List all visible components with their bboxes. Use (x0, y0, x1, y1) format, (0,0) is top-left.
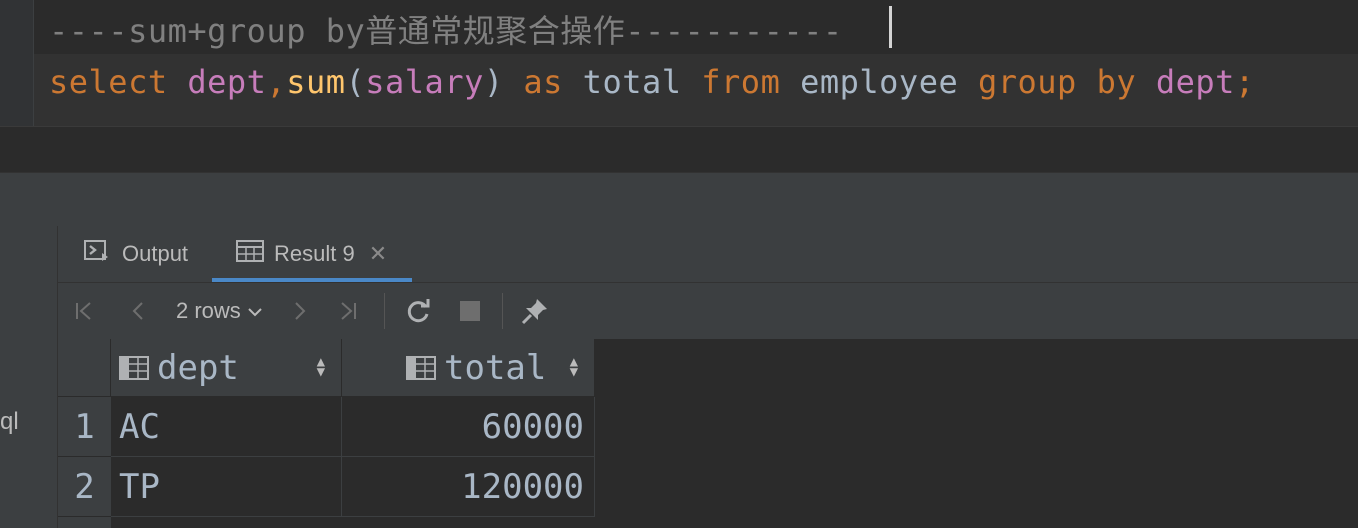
sql-keyword-select: select (49, 63, 168, 101)
sql-column-dept: dept (187, 63, 267, 101)
column-header-label: dept (157, 347, 239, 388)
prev-page-icon[interactable] (126, 283, 150, 339)
active-tab-indicator (212, 278, 412, 282)
sql-column-salary: salary (365, 63, 484, 101)
comment-line[interactable]: ----sum+group by普通常规聚合操作----------- (49, 6, 843, 52)
sort-icon[interactable]: ▲ ▼ (570, 355, 578, 379)
tab-result-9[interactable]: Result 9 ✕ (212, 226, 412, 282)
close-icon[interactable]: ✕ (369, 241, 387, 267)
column-header-dept[interactable]: dept ▲ ▼ (111, 339, 342, 397)
toolbar-separator-2 (502, 293, 503, 329)
table-cell-dept[interactable]: TP (111, 457, 342, 517)
truncated-file-label[interactable]: ql (0, 408, 19, 436)
first-page-icon[interactable] (72, 283, 96, 339)
refresh-icon[interactable] (404, 283, 432, 339)
sql-paren-close: ) (483, 63, 504, 101)
left-tool-strip: ql (0, 226, 58, 528)
editor-gutter (0, 0, 34, 126)
sql-alias-total: total (582, 63, 682, 101)
output-console-icon (84, 239, 112, 269)
sql-comma: , (266, 63, 287, 101)
toolbar-separator (384, 293, 385, 329)
sort-icon[interactable]: ▲ ▼ (317, 355, 325, 379)
sql-keyword-as: as (523, 63, 563, 101)
column-header-total[interactable]: total ▲ ▼ (342, 339, 595, 397)
stop-icon[interactable] (458, 283, 482, 339)
grid-corner[interactable] (58, 339, 111, 397)
sql-keyword-by: by (1096, 63, 1137, 101)
row-number[interactable]: 1 (58, 397, 111, 457)
sql-column-dept-2: dept (1155, 63, 1235, 101)
pin-icon[interactable] (520, 283, 550, 339)
chevron-down-icon (247, 298, 263, 324)
tab-output[interactable]: Output (84, 226, 188, 282)
sql-function-sum: sum (286, 63, 346, 101)
sql-semicolon: ; (1234, 63, 1255, 101)
row-number-gutter (58, 517, 111, 528)
result-tabs-bar: Output Result 9 ✕ (58, 226, 1358, 283)
last-page-icon[interactable] (336, 283, 360, 339)
text-caret (889, 6, 892, 48)
table-icon (236, 240, 264, 268)
editor-empty-area[interactable] (0, 126, 1358, 173)
table-cell-total[interactable]: 60000 (342, 397, 595, 457)
sql-keyword-group: group (977, 63, 1077, 101)
result-toolbar: 2 rows (58, 283, 1358, 339)
sql-paren-open: ( (345, 63, 366, 101)
tab-output-label: Output (122, 241, 189, 266)
sql-statement-line[interactable]: select dept,sum(salary) as total from em… (49, 63, 1255, 101)
column-icon (406, 355, 436, 380)
column-icon (119, 355, 149, 380)
rows-count-label: 2 rows (176, 298, 241, 323)
tab-result-label: Result 9 (274, 241, 355, 266)
table-cell-total[interactable]: 120000 (342, 457, 595, 517)
sql-keyword-from: from (701, 63, 781, 101)
row-number[interactable]: 2 (58, 457, 111, 517)
rows-count-dropdown[interactable]: 2 rows (176, 283, 263, 339)
column-header-label: total (444, 347, 547, 388)
next-page-icon[interactable] (288, 283, 312, 339)
sql-editor[interactable]: ----sum+group by普通常规聚合操作----------- sele… (0, 0, 1358, 128)
panel-splitter[interactable] (0, 172, 1358, 227)
sql-table-employee: employee (800, 63, 959, 101)
table-cell-dept[interactable]: AC (111, 397, 342, 457)
